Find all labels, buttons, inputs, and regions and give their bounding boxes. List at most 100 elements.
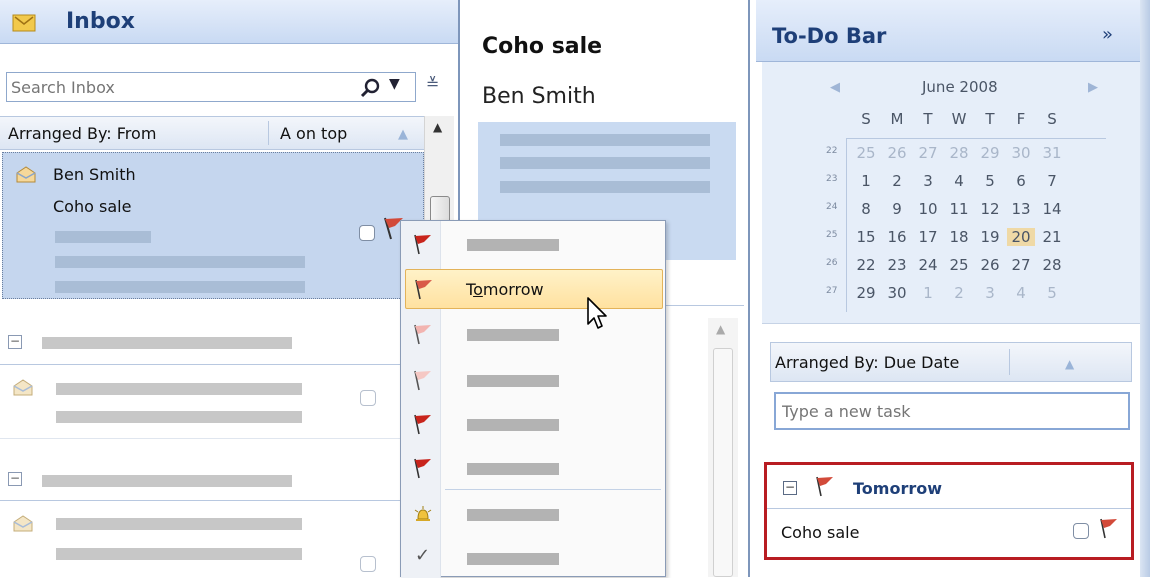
flag-menu-item-next-week[interactable]	[401, 363, 665, 399]
calendar-day-cell[interactable]: 2	[949, 284, 969, 302]
flag-menu-item-custom[interactable]	[401, 451, 665, 487]
calendar-day-cell[interactable]: 8	[856, 200, 876, 218]
reading-pane-sender: Ben Smith	[482, 84, 596, 109]
calendar-day-cell[interactable]: 6	[1011, 172, 1031, 190]
sort-order-label[interactable]: A on top	[280, 124, 347, 143]
calendar-day-cell[interactable]: 18	[949, 228, 969, 246]
calendar-day-cell[interactable]: 26	[887, 144, 907, 162]
follow-up-flag-menu: Tomorrow ✓	[400, 220, 666, 578]
previous-month-arrow-icon[interactable]: ◀	[830, 80, 840, 95]
calendar-day-cell[interactable]: 16	[887, 228, 907, 246]
calendar-day-cell[interactable]: 24	[918, 256, 938, 274]
calendar-day-cell[interactable]: 17	[918, 228, 938, 246]
task-row[interactable]: Coho sale	[767, 509, 1131, 557]
calendar-day-cell[interactable]: 30	[887, 284, 907, 302]
light-red-flag-icon	[414, 324, 431, 345]
flag-menu-item-this-week[interactable]	[401, 317, 665, 353]
flag-menu-item-today[interactable]	[401, 227, 665, 263]
collapse-group-icon[interactable]: −	[783, 481, 797, 495]
search-icon[interactable]	[359, 77, 381, 99]
weekday-header-6: S	[1047, 110, 1057, 128]
task-complete-checkbox[interactable]	[1073, 523, 1089, 539]
calendar-day-cell[interactable]: 30	[1011, 144, 1031, 162]
calendar-day-cell[interactable]: 1	[918, 284, 938, 302]
message-checkbox[interactable]	[359, 225, 375, 241]
calendar-day-cell[interactable]: 5	[980, 172, 1000, 190]
calendar-day-cell[interactable]: 4	[949, 172, 969, 190]
weekday-header-1: M	[890, 110, 904, 128]
scroll-up-arrow-icon[interactable]: ▲	[716, 322, 725, 336]
calendar-day-cell[interactable]: 4	[1011, 284, 1031, 302]
task-arranged-by-bar[interactable]: Arranged By: Due Date ▲	[770, 342, 1132, 382]
arranged-by-label[interactable]: Arranged By: From	[8, 124, 156, 143]
calendar-day-cell[interactable]: 15	[856, 228, 876, 246]
calendar-day-cell[interactable]: 25	[949, 256, 969, 274]
flag-menu-item-tomorrow[interactable]: Tomorrow	[405, 269, 663, 309]
calendar-day-cell[interactable]: 29	[856, 284, 876, 302]
calendar-today-cell[interactable]: 20	[1007, 228, 1035, 246]
red-flag-icon	[415, 279, 432, 300]
calendar-day-cell[interactable]: 9	[887, 200, 907, 218]
envelope-open-icon	[16, 166, 36, 183]
calendar-day-cell[interactable]: 21	[1042, 228, 1062, 246]
calendar-day-cell[interactable]: 19	[980, 228, 1000, 246]
calendar-day-cell[interactable]: 10	[918, 200, 938, 218]
selected-message-row[interactable]: Ben Smith Coho sale	[2, 152, 424, 299]
calendar-day-cell[interactable]: 3	[980, 284, 1000, 302]
arranged-by-bar[interactable]: Arranged By: From A on top ▲	[0, 116, 424, 150]
task-arranged-by-label[interactable]: Arranged By: Due Date	[775, 353, 959, 372]
sort-ascending-icon[interactable]: ▲	[1065, 357, 1074, 371]
next-month-arrow-icon[interactable]: ▶	[1088, 80, 1098, 95]
flag-menu-item-no-date[interactable]	[401, 407, 665, 443]
collapse-group-icon[interactable]: −	[8, 472, 22, 486]
calendar-day-cell[interactable]: 28	[1042, 256, 1062, 274]
flag-menu-item-mark-complete[interactable]: ✓	[401, 541, 665, 577]
calendar-day-cell[interactable]: 3	[918, 172, 938, 190]
calendar-day-cell[interactable]: 1	[856, 172, 876, 190]
calendar-day-cell[interactable]: 28	[949, 144, 969, 162]
reading-pane-scrollbar[interactable]: ▲	[708, 318, 738, 577]
inbox-header: Inbox	[0, 0, 458, 44]
task-group-header[interactable]: − Tomorrow	[767, 465, 1131, 509]
highlighted-task-group: − Tomorrow Coho sale	[764, 462, 1134, 560]
mouse-pointer-icon	[587, 297, 607, 329]
red-flag-icon[interactable]	[1097, 517, 1119, 539]
calendar-day-cell[interactable]: 2	[887, 172, 907, 190]
calendar-day-cell[interactable]: 7	[1042, 172, 1062, 190]
week-number: 23	[826, 174, 838, 184]
new-task-field[interactable]	[774, 392, 1130, 430]
message-checkbox[interactable]	[360, 390, 376, 406]
weekday-header-5: F	[1016, 110, 1026, 128]
search-input[interactable]	[11, 77, 341, 97]
search-inbox-field[interactable]: ▼	[6, 72, 416, 102]
flag-menu-item-add-reminder[interactable]	[401, 497, 665, 533]
flag-menu-item-label: Tomorrow	[466, 280, 544, 299]
calendar-day-cell[interactable]: 11	[949, 200, 969, 218]
week-number: 24	[826, 202, 838, 212]
week-number: 27	[826, 286, 838, 296]
calendar-day-cell[interactable]: 12	[980, 200, 1000, 218]
calendar-day-cell[interactable]: 25	[856, 144, 876, 162]
task-group-label: Tomorrow	[853, 479, 942, 498]
message-checkbox[interactable]	[360, 556, 376, 572]
alarm-bell-icon	[414, 506, 432, 521]
calendar-day-cell[interactable]: 13	[1011, 200, 1031, 218]
calendar-day-cell[interactable]: 27	[1011, 256, 1031, 274]
search-options-dropdown-icon[interactable]: ▼	[389, 76, 400, 92]
red-flag-icon	[414, 458, 431, 479]
sort-ascending-icon[interactable]: ▲	[398, 127, 408, 142]
calendar-day-cell[interactable]: 23	[887, 256, 907, 274]
new-task-input[interactable]	[782, 400, 1112, 422]
calendar-day-cell[interactable]: 29	[980, 144, 1000, 162]
calendar-day-cell[interactable]: 22	[856, 256, 876, 274]
calendar-day-cell[interactable]: 26	[980, 256, 1000, 274]
calendar-day-cell[interactable]: 31	[1042, 144, 1062, 162]
scroll-up-arrow-icon[interactable]: ▲	[433, 120, 442, 134]
calendar-day-cell[interactable]: 27	[918, 144, 938, 162]
collapse-todo-bar-icon[interactable]: »	[1102, 24, 1113, 45]
calendar-day-cell[interactable]: 5	[1042, 284, 1062, 302]
expand-search-chevron-icon[interactable]: ≚	[426, 74, 439, 93]
todo-bar-title: To-Do Bar	[772, 24, 887, 48]
calendar-day-cell[interactable]: 14	[1042, 200, 1062, 218]
collapse-group-icon[interactable]: −	[8, 335, 22, 349]
